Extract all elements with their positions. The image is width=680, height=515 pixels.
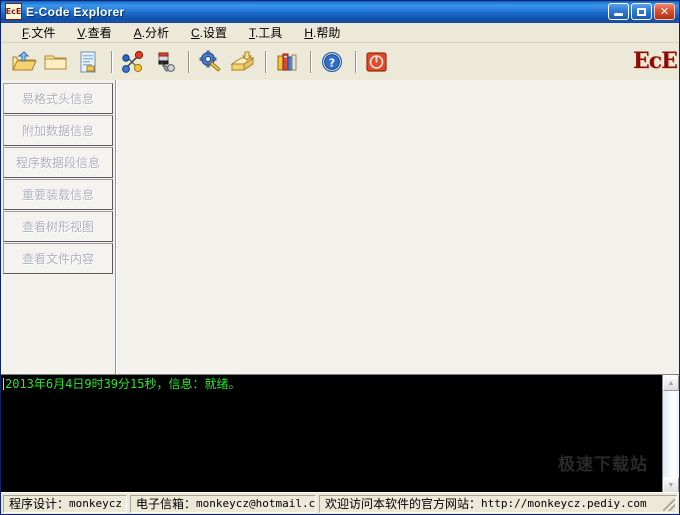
status-website: 欢迎访问本软件的官方网站： http://monkeycz.pediy.com [319,494,677,513]
status-email-label: 电子信箱： [136,497,197,511]
exit-button[interactable] [362,47,392,77]
sidebar-item-format-header-info[interactable]: 易格式头信息 [3,83,113,114]
status-author-label: 程序设计： [9,497,70,511]
status-author-value: monkeycz [69,497,122,510]
menu-file-label: .文件 [28,26,56,40]
ece-logo-icon: EcE [5,3,22,20]
sidebar-item-view-tree[interactable]: 查看树形视图 [3,211,113,242]
menu-help-label: .帮助 [312,26,341,40]
toolbar-separator-3 [265,50,266,73]
resize-grip-icon[interactable] [663,498,675,511]
library-books-icon [274,50,300,74]
menu-tools[interactable]: T.工具 [238,22,293,43]
sidebar-item-label: 附加数据信息 [21,124,94,138]
close-icon: ✕ [659,5,670,18]
status-website-label: 欢迎访问本软件的官方网站： [325,497,482,511]
menu-tools-label: .工具 [254,26,283,40]
site-watermark: 极速下载站 [558,455,648,475]
export-package-button[interactable] [227,47,257,77]
menu-analyze-accel: A [133,26,142,40]
toolbar: ? EcE [1,43,679,81]
title-bar: EcE E-Code Explorer ✕ [1,1,679,23]
gear-settings-icon [197,50,223,74]
sidebar-item-label: 程序数据段信息 [15,156,100,170]
open-file-button[interactable] [9,47,39,77]
scroll-track[interactable] [663,391,679,477]
status-author: 程序设计： monkeycz [3,494,127,513]
analyze-icon [120,50,146,74]
menu-help-accel: H [304,26,313,40]
gear-settings-button[interactable] [195,47,225,77]
export-package-icon [229,50,255,74]
open-file-icon [11,50,37,74]
toolbar-separator-2 [188,50,189,73]
close-button[interactable]: ✕ [654,3,675,20]
console-log-text: 2013年6月4日9时39分15秒，信息：就绪。 [5,377,241,391]
body-area: 易格式头信息 附加数据信息 程序数据段信息 重要装载信息 查看树形视图 查看文件… [1,80,679,374]
menu-settings-label: .设置 [199,26,227,40]
menu-analyze-label: .分析 [141,26,169,40]
scroll-down-arrow-icon[interactable]: ▼ [663,477,679,493]
sidebar-item-important-load-info[interactable]: 重要装载信息 [3,179,113,210]
help-button[interactable]: ? [317,47,347,77]
console-caret [3,378,4,390]
status-email-value: monkeycz@hotmail.com [196,497,316,510]
document-properties-icon [75,50,101,74]
menu-file[interactable]: F.文件 [11,22,66,43]
toolbar-separator-1 [111,50,112,73]
sidebar-item-label: 查看树形视图 [21,220,94,234]
app-logo: EcE [633,48,678,74]
menu-analyze[interactable]: A.分析 [123,22,180,43]
sidebar-item-label: 重要装载信息 [21,188,94,202]
status-bar: 程序设计： monkeycz 电子信箱： monkeycz@hotmail.co… [1,492,679,514]
window-title: E-Code Explorer [26,4,125,19]
sidebar: 易格式头信息 附加数据信息 程序数据段信息 重要装载信息 查看树形视图 查看文件… [1,80,116,374]
console-text-area[interactable]: 2013年6月4日9时39分15秒，信息：就绪。 极速下载站 [1,375,662,493]
main-content-panel [116,80,679,374]
sidebar-item-program-data-segment-info[interactable]: 程序数据段信息 [3,147,113,178]
analyze-button[interactable] [118,47,148,77]
app-window: EcE E-Code Explorer ✕ F.文件 V.查看 A.分析 C.设… [0,0,680,515]
document-properties-button[interactable] [73,47,103,77]
menu-help[interactable]: H.帮助 [293,22,351,43]
library-books-button[interactable] [272,47,302,77]
svg-text:?: ? [329,56,335,69]
exit-icon [364,50,390,74]
open-folder-icon [43,50,69,74]
open-folder-button[interactable] [41,47,71,77]
console-log-line: 2013年6月4日9时39分15秒，信息：就绪。 [3,377,662,391]
sidebar-item-attached-data-info[interactable]: 附加数据信息 [3,115,113,146]
window-controls: ✕ [608,3,677,20]
sidebar-item-label: 查看文件内容 [21,252,94,266]
menu-view-label: .查看 [84,26,112,40]
magnet-inspect-icon [152,50,178,74]
menu-settings-accel: C [190,26,200,40]
magnet-inspect-button[interactable] [150,47,180,77]
console-log-panel: 2013年6月4日9时39分15秒，信息：就绪。 极速下载站 ▲ ▼ [1,374,679,493]
menu-bar: F.文件 V.查看 A.分析 C.设置 T.工具 H.帮助 [1,23,679,43]
maximize-button[interactable] [631,3,652,20]
status-email: 电子信箱： monkeycz@hotmail.com [130,494,316,513]
scroll-up-arrow-icon[interactable]: ▲ [663,375,679,391]
help-icon: ? [319,50,345,74]
toolbar-separator-5 [355,50,356,73]
minimize-button[interactable] [608,3,629,20]
sidebar-item-view-file-content[interactable]: 查看文件内容 [3,243,113,274]
status-website-value: http://monkeycz.pediy.com [481,497,647,510]
console-vertical-scrollbar[interactable]: ▲ ▼ [662,375,679,493]
toolbar-separator-4 [310,50,311,73]
sidebar-item-label: 易格式头信息 [21,92,94,106]
menu-settings[interactable]: C.设置 [180,22,238,43]
menu-view[interactable]: V.查看 [66,22,122,43]
